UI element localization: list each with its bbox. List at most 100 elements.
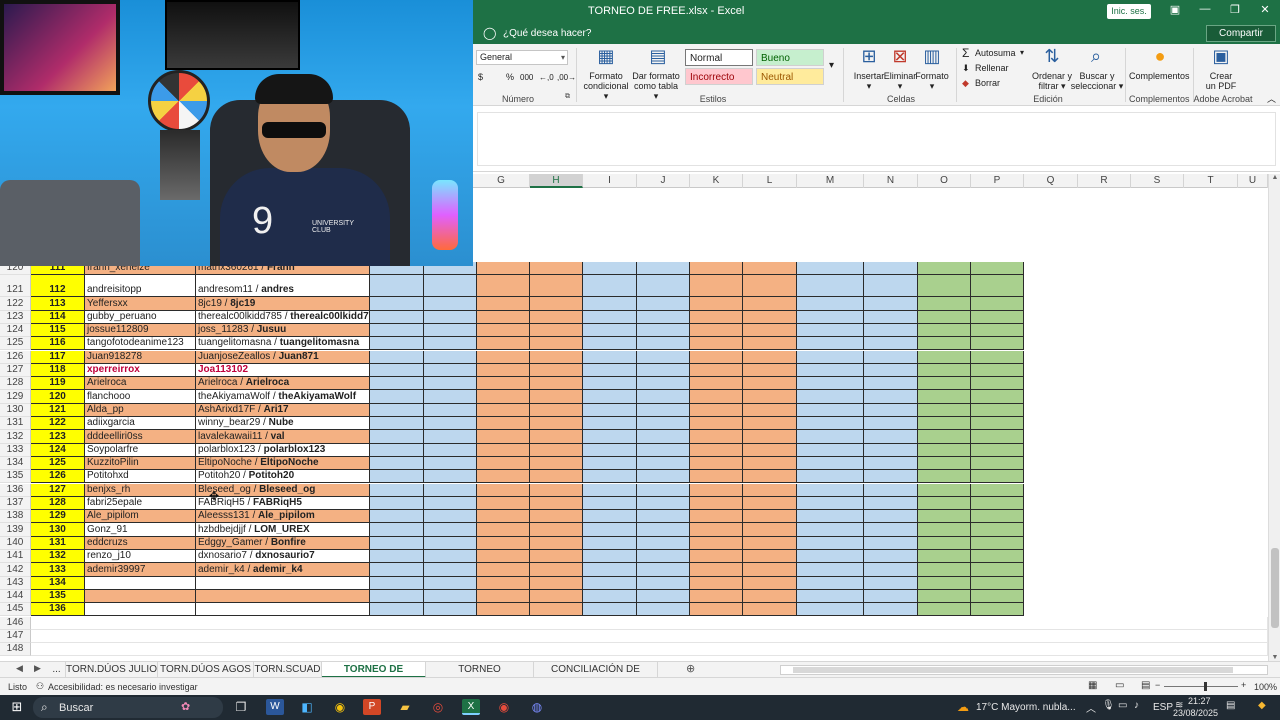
page-layout-icon[interactable]: ▭: [1115, 680, 1124, 691]
weather-text[interactable]: 17°C Mayorm. nubla...: [976, 702, 1076, 713]
score-cell[interactable]: [424, 523, 477, 537]
score-cell[interactable]: [370, 603, 424, 617]
row-header[interactable]: 135: [0, 470, 31, 484]
score-cell[interactable]: [918, 377, 971, 391]
score-cell[interactable]: [797, 310, 864, 324]
score-cell[interactable]: [637, 483, 690, 497]
cell-number[interactable]: 134: [31, 576, 85, 590]
score-cell[interactable]: [918, 363, 971, 378]
score-cell[interactable]: [477, 470, 530, 484]
score-cell[interactable]: [971, 275, 1024, 298]
score-cell[interactable]: [370, 390, 424, 404]
file-explorer-icon[interactable]: ▰: [396, 699, 414, 715]
score-cell[interactable]: [424, 310, 477, 324]
score-cell[interactable]: [864, 470, 918, 484]
score-cell[interactable]: [583, 496, 637, 511]
score-cell[interactable]: [864, 496, 918, 511]
score-cell[interactable]: [637, 550, 690, 564]
score-cell[interactable]: [690, 390, 743, 404]
score-cell[interactable]: [918, 337, 971, 351]
cell-roblox-user[interactable]: lavalekawaii11 / val: [196, 430, 370, 444]
score-cell[interactable]: [530, 310, 583, 324]
score-cell[interactable]: [743, 456, 797, 471]
score-cell[interactable]: [530, 350, 583, 364]
score-cell[interactable]: [690, 563, 743, 577]
horizontal-scrollbar[interactable]: [780, 665, 1268, 675]
score-cell[interactable]: [370, 456, 424, 471]
row-header[interactable]: 122: [0, 297, 31, 311]
row-header[interactable]: 136: [0, 483, 31, 497]
score-cell[interactable]: [424, 323, 477, 338]
score-cell[interactable]: [530, 550, 583, 564]
cell-roblox-user[interactable]: Joa113102: [196, 363, 370, 378]
score-cell[interactable]: [971, 589, 1024, 604]
score-cell[interactable]: [370, 275, 424, 298]
score-cell[interactable]: [637, 323, 690, 338]
score-cell[interactable]: [971, 470, 1024, 484]
row-header[interactable]: 127: [0, 363, 31, 378]
score-cell[interactable]: [583, 550, 637, 564]
cell-number[interactable]: 131: [31, 536, 85, 550]
store-icon[interactable]: ◧: [298, 699, 316, 715]
restore-button[interactable]: ❐: [1225, 3, 1245, 19]
cell-player[interactable]: benjxs_rh: [85, 483, 196, 497]
row-header[interactable]: 138: [0, 510, 31, 524]
score-cell[interactable]: [690, 297, 743, 311]
score-cell[interactable]: [971, 510, 1024, 524]
score-cell[interactable]: [477, 603, 530, 617]
score-cell[interactable]: [424, 417, 477, 431]
cell-player[interactable]: eddcruzs: [85, 536, 196, 550]
score-cell[interactable]: [637, 430, 690, 444]
page-break-icon[interactable]: ▤: [1141, 680, 1150, 691]
score-cell[interactable]: [637, 496, 690, 511]
score-cell[interactable]: [743, 417, 797, 431]
score-cell[interactable]: [918, 443, 971, 457]
score-cell[interactable]: [971, 523, 1024, 537]
score-cell[interactable]: [530, 536, 583, 550]
score-cell[interactable]: [690, 350, 743, 364]
table-format-button[interactable]: Dar formato como tabla ▾: [631, 71, 681, 101]
score-cell[interactable]: [637, 470, 690, 484]
score-cell[interactable]: [797, 262, 864, 276]
score-cell[interactable]: [797, 603, 864, 617]
score-cell[interactable]: [864, 576, 918, 590]
cell-roblox-user[interactable]: Edggy_Gamer / Bonfire: [196, 536, 370, 550]
dialog-launcher-icon[interactable]: ⧉: [565, 93, 570, 101]
cell-roblox-user[interactable]: theAkiyamaWolf / theAkiyamaWolf: [196, 390, 370, 404]
score-cell[interactable]: [797, 496, 864, 511]
score-cell[interactable]: [797, 417, 864, 431]
row-header[interactable]: 142: [0, 563, 31, 577]
score-cell[interactable]: [971, 430, 1024, 444]
cell-number[interactable]: 133: [31, 563, 85, 577]
score-cell[interactable]: [424, 510, 477, 524]
score-cell[interactable]: [530, 589, 583, 604]
score-cell[interactable]: [690, 443, 743, 457]
score-cell[interactable]: [864, 483, 918, 497]
score-cell[interactable]: [424, 456, 477, 471]
score-cell[interactable]: [583, 337, 637, 351]
cell-player[interactable]: andreisitopp: [85, 275, 196, 298]
score-cell[interactable]: [370, 377, 424, 391]
score-cell[interactable]: [530, 275, 583, 298]
cell-number[interactable]: 121: [31, 403, 85, 417]
score-cell[interactable]: [797, 536, 864, 550]
score-cell[interactable]: [530, 523, 583, 537]
cell-roblox-user[interactable]: joss_11283 / Jusuu: [196, 323, 370, 338]
score-cell[interactable]: [743, 430, 797, 444]
cell-player[interactable]: Potitohxd: [85, 470, 196, 484]
score-cell[interactable]: [971, 496, 1024, 511]
score-cell[interactable]: [743, 536, 797, 550]
score-cell[interactable]: [797, 390, 864, 404]
score-cell[interactable]: [971, 377, 1024, 391]
cell-number[interactable]: 129: [31, 510, 85, 524]
score-cell[interactable]: [637, 297, 690, 311]
score-cell[interactable]: [477, 589, 530, 604]
score-cell[interactable]: [477, 496, 530, 511]
sheet-tab[interactable]: TORN.SCUAD: [254, 662, 322, 678]
cell-number[interactable]: 116: [31, 337, 85, 351]
score-cell[interactable]: [477, 310, 530, 324]
score-cell[interactable]: [797, 563, 864, 577]
score-cell[interactable]: [971, 576, 1024, 590]
score-cell[interactable]: [690, 603, 743, 617]
score-cell[interactable]: [583, 390, 637, 404]
